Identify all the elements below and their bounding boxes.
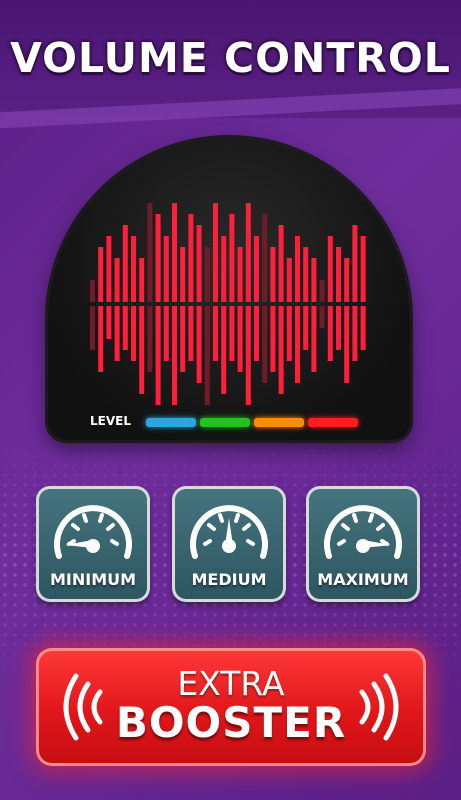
- visualizer-bar-down: [114, 306, 120, 361]
- visualizer-bar-up: [98, 247, 104, 302]
- visualizer-bar-down: [172, 306, 177, 405]
- visualizer-bar-down: [319, 306, 325, 328]
- visualizer-bar-up: [303, 247, 309, 302]
- visualizer-bar-up: [254, 236, 259, 302]
- visualizer-bar-up: [319, 280, 325, 302]
- visualizer-bar-down: [98, 306, 104, 372]
- level-label: LEVEL: [90, 414, 131, 428]
- visualizer-bar-down: [237, 306, 243, 372]
- visualizer-bar-up: [172, 203, 177, 302]
- volume-visualizer: LEVEL: [48, 138, 410, 440]
- visualizer-bar-down: [327, 306, 333, 361]
- visualizer-bar-up: [286, 258, 292, 302]
- visualizer-bar-up: [229, 214, 235, 302]
- visualizer-bar-up: [155, 214, 161, 302]
- visualizer-bar-up: [360, 236, 366, 302]
- maximum-label: MAXIMUM: [317, 570, 409, 589]
- visualizer-bar-up: [278, 225, 284, 302]
- booster-line2: BOOSTER: [115, 698, 347, 747]
- visualizer-bar-down: [254, 306, 259, 361]
- visualizer-bar-down: [180, 306, 186, 372]
- visualizer-bar-down: [360, 306, 366, 350]
- visualizer-bar-up: [180, 247, 186, 302]
- visualizer-bar-down: [196, 306, 202, 383]
- visualizer-bar-down: [245, 306, 251, 405]
- visualizer-bar-down: [336, 306, 341, 350]
- level-segment-red: [308, 418, 358, 427]
- visualizer-bar-down: [131, 306, 136, 361]
- visualizer-bar-up: [352, 225, 358, 302]
- header-stripe: [0, 87, 461, 129]
- visualizer-bar-up: [163, 236, 169, 302]
- visualizer-bar-down: [278, 306, 284, 394]
- visualizer-bar-up: [295, 236, 300, 302]
- visualizer-bar-up: [147, 203, 153, 302]
- visualizer-bar-down: [352, 306, 358, 361]
- extra-booster-button[interactable]: EXTRA BOOSTER: [36, 648, 426, 766]
- speedometer-icon: [190, 505, 268, 559]
- visualizer-bar-up: [213, 203, 218, 302]
- speedometer-icon: [54, 505, 132, 559]
- visualizer-bar-up: [262, 214, 268, 302]
- visualizer-bar-up: [90, 280, 95, 302]
- visualizer-bar-down: [122, 306, 128, 350]
- visualizer-bar-down: [163, 306, 169, 361]
- visualizer-bar-up: [245, 203, 251, 302]
- visualizer-bar-up: [122, 225, 128, 302]
- visualizer-bar-up: [188, 214, 194, 302]
- visualizer-bar-up: [327, 236, 333, 302]
- page-title: VOLUME CONTROL: [10, 34, 451, 82]
- speedometer-icon: [324, 505, 402, 559]
- visualizer-bar-down: [90, 306, 95, 350]
- visualizer-bar-down: [147, 306, 153, 372]
- visualizer-bar-up: [106, 236, 112, 302]
- medium-label: MEDIUM: [191, 570, 267, 589]
- visualizer-bar-up: [131, 236, 136, 302]
- visualizer-bar-down: [221, 306, 227, 394]
- visualizer-bar-down: [286, 306, 292, 361]
- visualizer-bar-up: [336, 247, 341, 302]
- visualizer-bar-up: [270, 247, 276, 302]
- visualizer-bar-down: [311, 306, 317, 372]
- visualizer-bar-down: [155, 306, 161, 405]
- visualizer-bar-up: [204, 247, 210, 302]
- visualizer-bar-down: [106, 306, 112, 339]
- medium-button[interactable]: MEDIUM: [172, 486, 286, 602]
- visualizer-bar-down: [213, 306, 218, 361]
- level-segment-blue: [146, 418, 196, 427]
- visualizer-bar-down: [270, 306, 276, 372]
- visualizer-bar-up: [139, 258, 145, 302]
- visualizer-bars: [90, 203, 366, 405]
- visualizer-bar-down: [139, 306, 145, 394]
- minimum-label: MINIMUM: [49, 570, 137, 589]
- visualizer-bar-up: [237, 247, 243, 302]
- visualizer-bar-down: [303, 306, 309, 350]
- visualizer-bar-down: [295, 306, 300, 383]
- visualizer-bar-down: [262, 306, 268, 383]
- visualizer-bar-down: [229, 306, 235, 361]
- visualizer-bar-up: [221, 236, 227, 302]
- visualizer-bar-down: [344, 306, 350, 383]
- visualizer-bar-up: [114, 258, 120, 302]
- level-segment-green: [200, 418, 250, 427]
- visualizer-bar-down: [204, 306, 210, 405]
- visualizer-bar-up: [196, 225, 202, 302]
- maximum-button[interactable]: MAXIMUM: [306, 486, 420, 602]
- minimum-button[interactable]: MINIMUM: [36, 486, 150, 602]
- visualizer-bar-up: [344, 258, 350, 302]
- visualizer-bar-down: [188, 306, 194, 361]
- visualizer-bar-up: [311, 258, 317, 302]
- level-segment-orange: [254, 418, 304, 427]
